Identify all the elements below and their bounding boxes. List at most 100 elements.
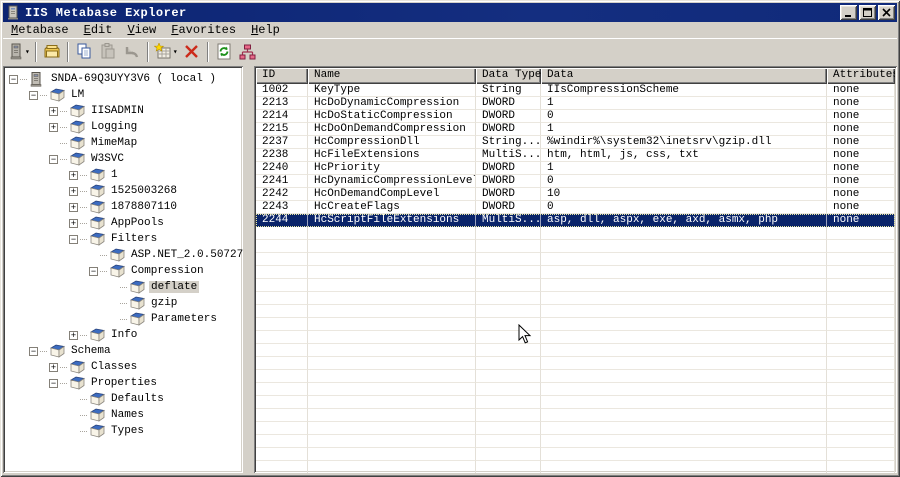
column-header-data[interactable]: Data xyxy=(541,68,827,84)
column-header-data-type[interactable]: Data Type xyxy=(476,68,541,84)
expand-icon[interactable]: + xyxy=(69,218,78,228)
cell xyxy=(827,344,895,357)
tree-item-gzip[interactable]: gzip xyxy=(7,295,241,311)
column-header-id[interactable]: ID xyxy=(256,68,308,84)
list-row-empty xyxy=(256,318,895,331)
cell xyxy=(827,396,895,409)
list-row-2214[interactable]: 2214 HcDoStaticCompression DWORD 0 none xyxy=(256,110,895,123)
collapse-icon[interactable]: − xyxy=(49,154,58,164)
tree-item-deflate[interactable]: deflate xyxy=(7,279,241,295)
menu-edit[interactable]: Edit xyxy=(77,22,121,38)
metabase-key-icon xyxy=(68,360,86,374)
tree-item-label: 1 xyxy=(111,169,118,181)
minimize-button[interactable] xyxy=(840,5,857,20)
list-row-2238[interactable]: 2238 HcFileExtensions MultiS... htm, html, … xyxy=(256,149,895,162)
undo-button[interactable] xyxy=(120,41,144,63)
cell: 10 xyxy=(541,188,827,201)
maximize-button[interactable] xyxy=(859,5,876,20)
dropdown-arrow-icon[interactable]: ▾ xyxy=(25,47,30,57)
tree-item-logging[interactable]: + Logging xyxy=(7,119,241,135)
cell: none xyxy=(827,136,895,149)
tree-item-snda-69q3uyy3v6-local-[interactable]: − SNDA-69Q3UYY3V6 ( local ) xyxy=(7,71,241,87)
list-row-1002[interactable]: 1002 KeyType String IIsCompressionScheme non… xyxy=(256,84,895,97)
tree-item-1525003268[interactable]: +1525003268 xyxy=(7,183,241,199)
cell: DWORD xyxy=(476,110,541,123)
cell xyxy=(256,357,308,370)
column-header-attributes[interactable]: Attributes xyxy=(827,68,895,84)
tree-connector xyxy=(120,286,127,288)
dropdown-arrow-icon[interactable]: ▾ xyxy=(173,47,178,57)
cell xyxy=(827,370,895,383)
list-row-2215[interactable]: 2215 HcDoOnDemandCompression DWORD 1 none xyxy=(256,123,895,136)
hierarchy-icon xyxy=(239,44,256,60)
collapse-icon[interactable]: − xyxy=(9,74,18,84)
tree-item-info[interactable]: + Info xyxy=(7,327,241,343)
collapse-icon[interactable]: − xyxy=(69,234,78,244)
expand-icon[interactable]: + xyxy=(69,330,78,340)
menu-metabase[interactable]: Metabase xyxy=(4,22,77,38)
tree-item-parameters[interactable]: Parameters xyxy=(7,311,241,327)
metabase-key-icon xyxy=(128,312,146,326)
cell: MultiS... xyxy=(476,149,541,162)
list-row-empty xyxy=(256,383,895,396)
tree-item-properties[interactable]: − Properties xyxy=(7,375,241,391)
expand-icon[interactable]: + xyxy=(49,106,58,116)
cell xyxy=(476,357,541,370)
list-row-2244[interactable]: 2244 HcScriptFileExtensions MultiS... asp, … xyxy=(256,214,895,227)
close-button[interactable] xyxy=(878,5,895,20)
expand-icon[interactable]: + xyxy=(49,122,58,132)
cell xyxy=(827,240,895,253)
tree-item-1[interactable]: +1 xyxy=(7,167,241,183)
cell: DWORD xyxy=(476,175,541,188)
tree-item-iisadmin[interactable]: + IISADMIN xyxy=(7,103,241,119)
menu-help[interactable]: Help xyxy=(244,22,288,38)
new-key-button[interactable]: ▾ xyxy=(152,41,180,63)
collapse-icon[interactable]: − xyxy=(89,266,98,276)
tree-item-mimemap[interactable]: MimeMap xyxy=(7,135,241,151)
cell: HcCreateFlags xyxy=(308,201,476,214)
list-row-2241[interactable]: 2241 HcDynamicCompressionLevel DWORD 0 none xyxy=(256,175,895,188)
expand-icon[interactable]: + xyxy=(49,362,58,372)
tree-item-apppools[interactable]: + AppPools xyxy=(7,215,241,231)
tree-item-compression[interactable]: − Compression xyxy=(7,263,241,279)
open-key-button[interactable] xyxy=(40,41,64,63)
tree-item-asp-net-2-0-50727-0[interactable]: ASP.NET_2.0.50727.0 xyxy=(7,247,243,263)
list-row-2213[interactable]: 2213 HcDoDynamicCompression DWORD 1 none xyxy=(256,97,895,110)
menu-view[interactable]: View xyxy=(120,22,164,38)
expand-icon[interactable]: + xyxy=(69,170,78,180)
cell xyxy=(541,448,827,461)
tree-item-filters[interactable]: − Filters xyxy=(7,231,241,247)
tree-connector xyxy=(80,238,87,240)
cell xyxy=(308,396,476,409)
cell xyxy=(476,448,541,461)
tree-item-defaults[interactable]: Defaults xyxy=(7,391,241,407)
tree-item-label: SNDA-69Q3UYY3V6 ( local ) xyxy=(51,73,217,85)
collapse-icon[interactable]: − xyxy=(29,90,38,100)
delete-button[interactable] xyxy=(180,41,204,63)
tree-item-w3svc[interactable]: − W3SVC xyxy=(7,151,241,167)
list-row-2237[interactable]: 2237 HcCompressionDll String... %windir%\sy… xyxy=(256,136,895,149)
column-header-name[interactable]: Name xyxy=(308,68,476,84)
list-row-2243[interactable]: 2243 HcCreateFlags DWORD 0 none xyxy=(256,201,895,214)
menu-favorites[interactable]: Favorites xyxy=(164,22,244,38)
collapse-icon[interactable]: − xyxy=(49,378,58,388)
copy-button[interactable] xyxy=(72,41,96,63)
connect-button[interactable]: ▾ xyxy=(6,41,32,63)
cell xyxy=(256,422,308,435)
tree-connector xyxy=(60,366,67,368)
tree-item-schema[interactable]: − Schema xyxy=(7,343,241,359)
tree-item-lm[interactable]: − LM xyxy=(7,87,241,103)
tree-item-types[interactable]: Types xyxy=(7,423,241,439)
list-row-2240[interactable]: 2240 HcPriority DWORD 1 none xyxy=(256,162,895,175)
expand-icon[interactable]: + xyxy=(69,186,78,196)
refresh-button[interactable] xyxy=(212,41,236,63)
paste-button[interactable] xyxy=(96,41,120,63)
cell xyxy=(827,305,895,318)
expand-icon[interactable]: + xyxy=(69,202,78,212)
tree-item-names[interactable]: Names xyxy=(7,407,241,423)
view-hierarchy-button[interactable] xyxy=(236,41,260,63)
list-row-2242[interactable]: 2242 HcOnDemandCompLevel DWORD 10 none xyxy=(256,188,895,201)
tree-item-classes[interactable]: + Classes xyxy=(7,359,241,375)
tree-item-1878807110[interactable]: +1878807110 xyxy=(7,199,241,215)
collapse-icon[interactable]: − xyxy=(29,346,38,356)
